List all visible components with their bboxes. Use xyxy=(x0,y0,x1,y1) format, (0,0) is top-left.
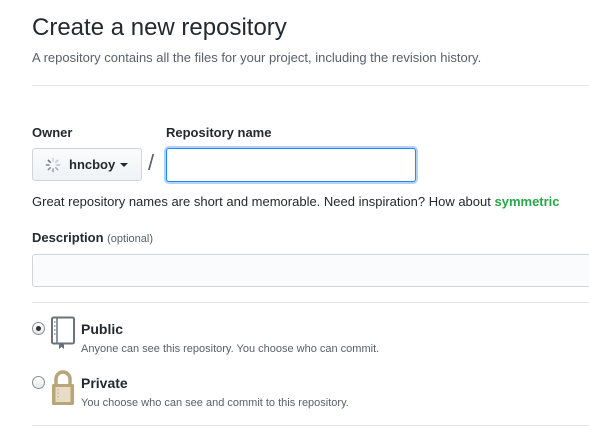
optional-tag: (optional) xyxy=(107,233,153,245)
repo-book-icon xyxy=(51,316,75,349)
private-option-description: You choose who can see and commit to thi… xyxy=(81,397,349,409)
name-suggestion-link[interactable]: symmetric xyxy=(494,194,559,209)
description-label-text: Description xyxy=(32,230,104,245)
hint-text: Great repository names are short and mem… xyxy=(32,194,491,209)
divider xyxy=(32,85,589,86)
owner-select-button[interactable]: hncboy xyxy=(32,148,142,181)
caret-down-icon xyxy=(120,162,129,167)
page-title: Create a new repository xyxy=(32,14,287,41)
private-option-title: Private xyxy=(81,375,128,391)
lock-icon xyxy=(52,370,74,405)
repository-name-label: Repository name xyxy=(166,125,272,140)
public-radio[interactable] xyxy=(32,322,45,335)
public-option-description: Anyone can see this repository. You choo… xyxy=(81,343,380,355)
description-input[interactable] xyxy=(32,254,589,287)
owner-name: hncboy xyxy=(69,157,116,172)
loading-spinner-icon xyxy=(45,157,61,172)
owner-label: Owner xyxy=(32,125,73,140)
divider xyxy=(32,425,589,426)
repository-name-hint: Great repository names are short and mem… xyxy=(32,194,560,209)
public-option-title: Public xyxy=(81,321,124,337)
divider xyxy=(32,302,589,303)
repository-name-input[interactable] xyxy=(166,148,416,182)
page-subtitle: A repository contains all the files for … xyxy=(32,50,482,65)
private-radio[interactable] xyxy=(32,376,45,389)
description-label: Description (optional) xyxy=(32,230,153,245)
owner-repo-separator: / xyxy=(148,150,155,175)
